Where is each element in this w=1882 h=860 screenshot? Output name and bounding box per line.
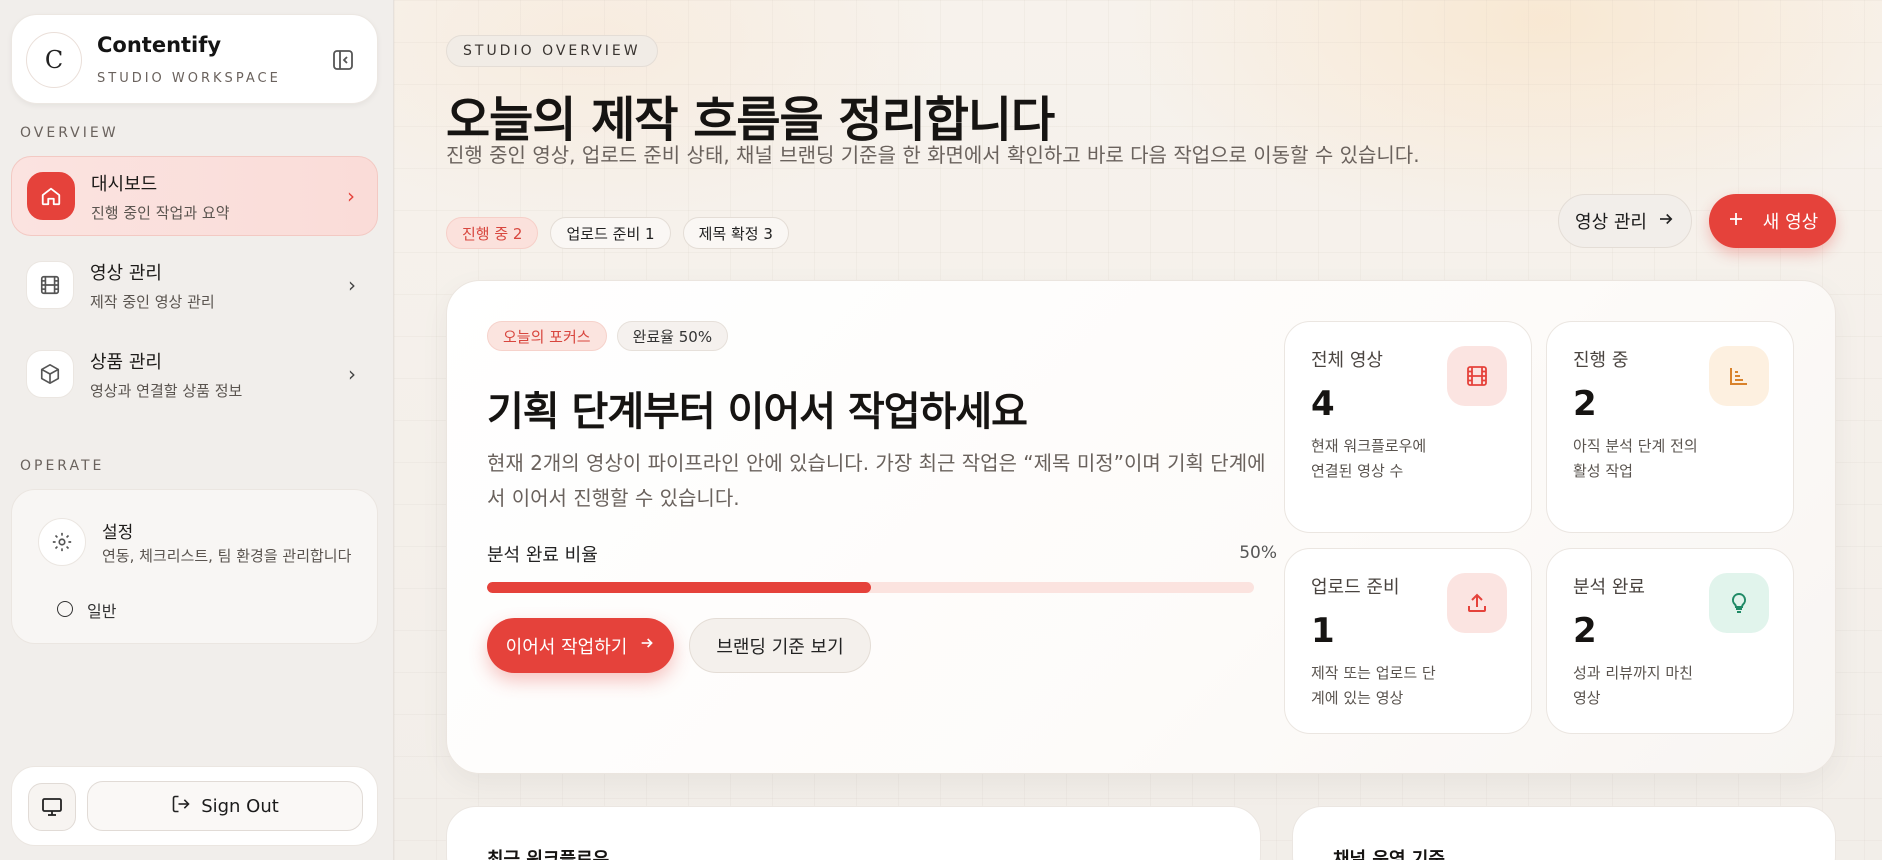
completion-badge: 완료율 50%: [616, 321, 729, 351]
overview-section-label: OVERVIEW: [20, 125, 119, 141]
focus-badge: 오늘의 포커스: [487, 321, 607, 351]
logout-icon: [171, 794, 191, 819]
recent-workflow-card: 최근 워크플로우: [446, 806, 1261, 860]
operate-section-label: OPERATE: [20, 458, 105, 474]
brand-logo: C: [26, 32, 82, 88]
sidebar-item-label: 상품 관리: [90, 351, 162, 373]
stat-card-in-progress: 진행 중 2 아직 분석 단계 전의 활성 작업: [1546, 321, 1794, 533]
stat-card-analyzed: 분석 완료 2 성과 리뷰까지 마친 영상: [1546, 548, 1794, 734]
settings-label[interactable]: 설정: [102, 518, 133, 543]
sidebar-item-dashboard[interactable]: 대시보드 진행 중인 작업과 요약 ›: [11, 156, 378, 236]
general-radio-label[interactable]: 일반: [87, 598, 116, 622]
monitor-icon[interactable]: [28, 783, 76, 831]
channel-standard-title: 채널 운영 기준: [1333, 849, 1445, 860]
stat-card-upload-ready: 업로드 준비 1 제작 또는 업로드 단계에 있는 영상: [1284, 548, 1532, 734]
brand-name: Contentify: [97, 33, 222, 57]
sidebar-item-label: 대시보드: [91, 173, 158, 195]
stat-label: 분석 완료: [1573, 577, 1645, 598]
new-video-button[interactable]: 새 영상: [1709, 194, 1836, 248]
manage-videos-label: 영상 관리: [1575, 212, 1647, 233]
focus-description: 현재 2개의 영상이 파이프라인 안에 있습니다. 가장 최근 작업은 “제목 …: [487, 451, 1266, 510]
stat-value: 1: [1311, 611, 1335, 651]
continue-work-label: 이어서 작업하기: [505, 636, 628, 658]
progress-bar: [487, 582, 1254, 593]
chevron-right-icon: ›: [348, 362, 356, 386]
page-description: 진행 중인 영상, 업로드 준비 상태, 채널 브랜딩 기준을 한 화면에서 확…: [446, 143, 1420, 167]
settings-panel: 설정 연동, 체크리스트, 팀 환경을 관리합니다 일반: [11, 489, 378, 644]
plus-icon: [1727, 210, 1745, 233]
stat-label: 업로드 준비: [1311, 577, 1400, 598]
stat-value: 2: [1573, 611, 1597, 651]
status-badge: 업로드 준비 1: [550, 217, 671, 249]
stat-desc: 성과 리뷰까지 마친 영상: [1573, 664, 1693, 707]
film-icon: [1447, 346, 1507, 406]
status-badge: 진행 중 2: [446, 217, 539, 249]
arrow-right-icon: [639, 635, 655, 656]
focus-card: 오늘의 포커스 완료율 50% 기획 단계부터 이어서 작업하세요 현재 2개의…: [446, 280, 1836, 774]
sidebar-footer: Sign Out: [11, 766, 378, 846]
home-icon: [27, 172, 75, 220]
sidebar-item-sub: 진행 중인 작업과 요약: [91, 203, 230, 222]
continue-work-button[interactable]: 이어서 작업하기: [487, 618, 674, 673]
sidebar-item-sub: 영상과 연결할 상품 정보: [90, 381, 243, 400]
stat-desc: 아직 분석 단계 전의 활성 작업: [1573, 437, 1698, 480]
sidebar-collapse-icon[interactable]: [332, 49, 354, 71]
chevron-right-icon: ›: [347, 184, 355, 208]
recent-workflow-title: 최근 워크플로우: [487, 849, 610, 860]
sign-out-label: Sign Out: [201, 795, 279, 817]
general-radio[interactable]: [57, 601, 73, 617]
film-icon: [26, 261, 74, 309]
sidebar-item-videos[interactable]: 영상 관리 제작 중인 영상 관리 ›: [11, 245, 378, 325]
sidebar-item-sub: 제작 중인 영상 관리: [90, 292, 215, 311]
channel-standard-card: 채널 운영 기준: [1292, 806, 1836, 860]
package-icon: [26, 350, 74, 398]
progress-fill: [487, 582, 871, 593]
stat-desc: 제작 또는 업로드 단계에 있는 영상: [1311, 664, 1436, 707]
new-video-label: 새 영상: [1762, 212, 1819, 233]
sidebar: C Contentify STUDIO WORKSPACE OVERVIEW 대…: [0, 0, 394, 860]
progress-value: 50%: [1239, 543, 1277, 563]
focus-title: 기획 단계부터 이어서 작업하세요: [487, 389, 1028, 435]
stat-label: 전체 영상: [1311, 350, 1383, 371]
progress-label: 분석 완료 비율: [487, 545, 598, 566]
stat-card-total: 전체 영상 4 현재 워크플로우에 연결된 영상 수: [1284, 321, 1532, 533]
stat-desc: 현재 워크플로우에 연결된 영상 수: [1311, 437, 1427, 480]
chevron-right-icon: ›: [348, 273, 356, 297]
brand-card: C Contentify STUDIO WORKSPACE: [11, 14, 378, 104]
bar-chart-icon: [1709, 346, 1769, 406]
gear-icon[interactable]: [38, 518, 86, 566]
settings-sub: 연동, 체크리스트, 팀 환경을 관리합니다: [102, 547, 352, 565]
arrow-right-icon: [1657, 210, 1675, 233]
stat-label: 진행 중: [1573, 350, 1629, 371]
eyebrow-pill: STUDIO OVERVIEW: [446, 35, 658, 67]
manage-videos-button[interactable]: 영상 관리: [1558, 194, 1692, 248]
sign-out-button[interactable]: Sign Out: [87, 781, 363, 831]
branding-guide-button[interactable]: 브랜딩 기준 보기: [689, 618, 871, 673]
upload-icon: [1447, 573, 1507, 633]
status-tags: 진행 중 2 업로드 준비 1 제목 확정 3: [446, 217, 789, 249]
stat-value: 4: [1311, 384, 1335, 424]
sidebar-item-label: 영상 관리: [90, 262, 162, 284]
brand-subtitle: STUDIO WORKSPACE: [97, 71, 281, 86]
sidebar-item-products[interactable]: 상품 관리 영상과 연결할 상품 정보 ›: [11, 334, 378, 414]
stat-value: 2: [1573, 384, 1597, 424]
status-badge: 제목 확정 3: [682, 217, 789, 249]
lightbulb-icon: [1709, 573, 1769, 633]
